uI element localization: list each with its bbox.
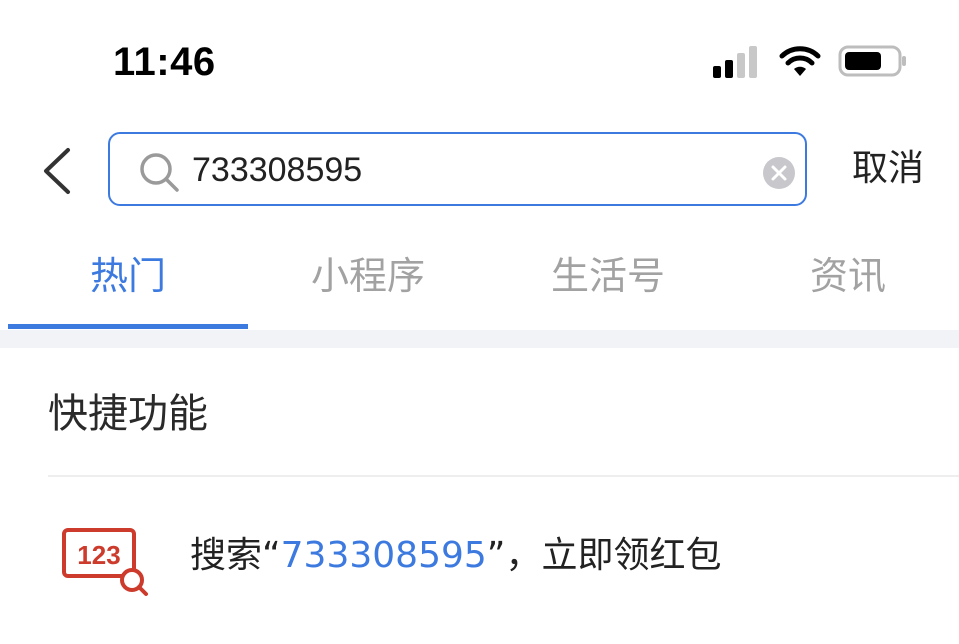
search-input[interactable] (192, 146, 752, 194)
divider (48, 475, 959, 477)
tab-mini-programs[interactable]: 小程序 (248, 252, 488, 300)
section-separator (0, 330, 959, 348)
cellular-signal-icon (713, 46, 757, 78)
tab-news[interactable]: 资讯 (728, 252, 959, 300)
wifi-icon (779, 46, 821, 76)
label-suffix: ”，立即领红包 (486, 535, 722, 576)
quick-function-item[interactable]: 123 搜索“733308595”，立即领红包 (48, 510, 959, 610)
label-query: 733308595 (280, 535, 487, 576)
quick-function-label: 搜索“733308595”，立即领红包 (190, 530, 721, 582)
battery-icon (838, 45, 906, 77)
tab-life-accounts[interactable]: 生活号 (488, 252, 728, 300)
tab-hot[interactable]: 热门 (8, 252, 248, 300)
label-prefix: 搜索“ (190, 535, 281, 576)
active-tab-indicator (8, 324, 248, 329)
section-title: 快捷功能 (48, 391, 208, 437)
status-time: 11:46 (113, 40, 216, 84)
icon-number-text: 123 (77, 540, 120, 570)
back-button[interactable] (36, 146, 80, 196)
status-bar: 11:46 (0, 0, 959, 110)
search-box[interactable] (108, 132, 807, 206)
clear-circle-icon[interactable] (762, 156, 796, 190)
search-icon (140, 153, 179, 192)
cancel-button[interactable]: 取消 (852, 145, 924, 193)
tab-bar: 热门 小程序 生活号 资讯 (8, 240, 959, 332)
number-search-icon: 123 (62, 528, 148, 596)
